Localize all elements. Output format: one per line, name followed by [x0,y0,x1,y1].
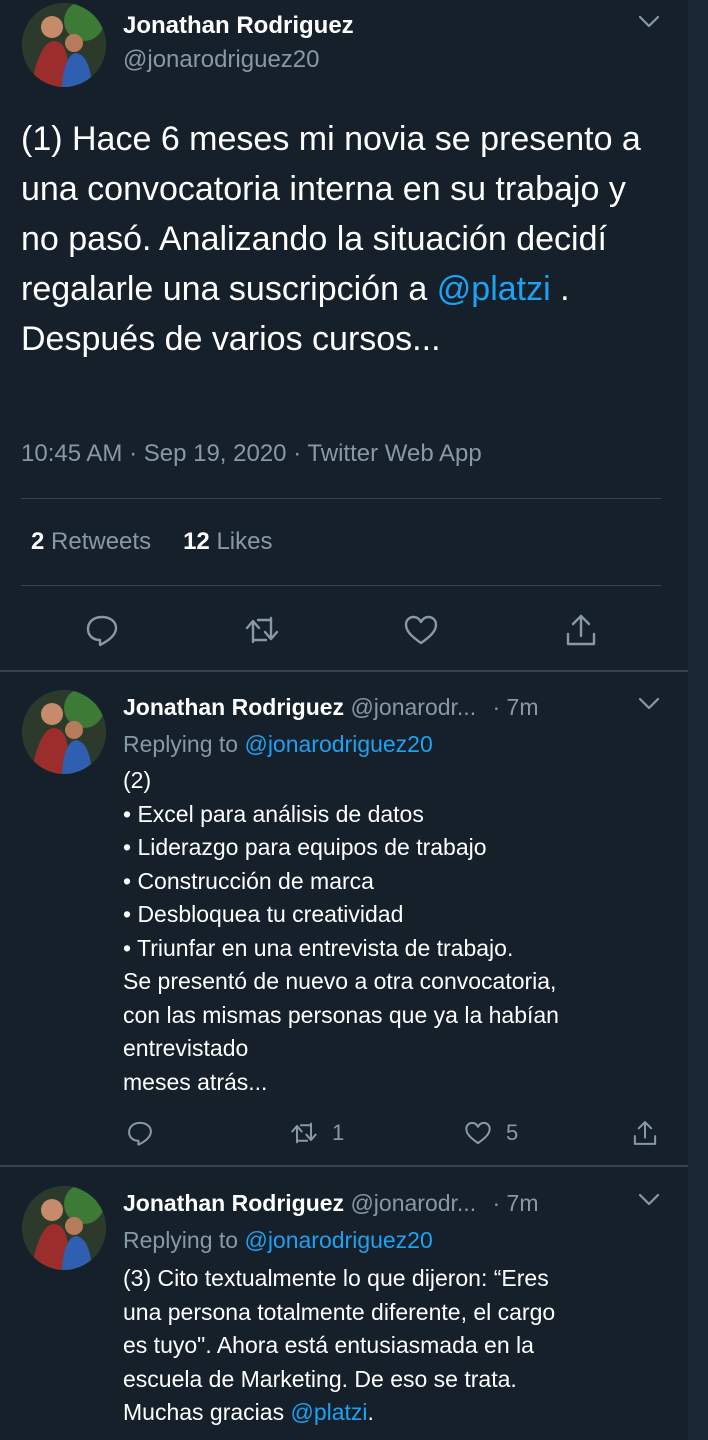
tweet-text: (1) Hace 6 meses mi novia se presento a … [21,114,671,364]
avatar[interactable] [22,690,106,774]
chevron-down-icon[interactable] [638,1193,660,1207]
retweet-button[interactable]: 1 [290,1118,344,1148]
retweet-icon[interactable] [244,612,280,648]
reply-line: • Triunfar en una entrevista de trabajo. [123,934,514,961]
author-name[interactable]: Jonathan Rodriguez [123,1190,344,1216]
likes-count: 12 [183,528,210,555]
reply-time[interactable]: · 7m [492,1190,538,1216]
thread-divider [0,1165,688,1167]
reply-line: Muchas gracias @platzi. [123,1396,653,1430]
thread-divider [0,670,688,672]
retweet-icon [290,1119,318,1147]
reply-text: (3) Cito textualmente lo que dijeron: “E… [123,1262,653,1430]
replying-prefix: Replying to [123,731,239,757]
like-icon [464,1119,492,1147]
reply-header: Jonathan Rodriguez @jonarodr... · 7m [123,694,538,721]
retweets-stat[interactable]: 2 Retweets [31,528,151,555]
reply-time[interactable]: · 7m [492,694,538,720]
share-button[interactable] [631,1118,659,1148]
reply-line-prefix: Muchas gracias [123,1399,291,1425]
share-icon[interactable] [563,612,599,648]
reply-line-suffix: . [367,1399,374,1425]
reply-line: • Desbloquea tu creatividad [123,901,404,927]
reply-icon[interactable] [84,612,120,648]
reply-line: • Construcción de marca [123,867,374,894]
avatar[interactable] [22,1186,106,1270]
tweet-stats: 2 Retweets 12 Likes [31,528,272,556]
share-icon [631,1119,659,1147]
replying-to: Replying to @jonarodriguez20 [123,731,433,758]
replying-handle[interactable]: @jonarodriguez20 [244,1227,432,1253]
reply-line: una persona totalmente diferente, el car… [123,1298,556,1325]
avatar[interactable] [22,3,106,87]
reply-button[interactable] [126,1118,154,1148]
mention-link[interactable]: @platzi [290,1399,367,1425]
reply-line: con las mismas personas que ya la habían [123,1001,559,1028]
likes-stat[interactable]: 12 Likes [183,528,272,555]
reply-line: escuela de Marketing. De eso se trata. [123,1365,517,1392]
like-icon[interactable] [403,612,439,648]
replying-prefix: Replying to [123,1227,239,1253]
tweet-timestamp[interactable]: 10:45 AM · Sep 19, 2020 · Twitter Web Ap… [21,440,482,468]
author-name[interactable]: Jonathan Rodriguez [123,12,354,40]
like-button[interactable]: 5 [464,1118,518,1148]
reply-line: es tuyo". Ahora está entusiasmada en la [123,1332,534,1358]
retweets-count: 2 [31,528,45,555]
reply-icon [126,1119,154,1147]
reply-line: • Liderazgo para equipos de trabajo [123,834,487,860]
author-handle[interactable]: @jonarodr... [350,694,476,720]
reply-line: (3) Cito textualmente lo que dijeron: “E… [123,1265,549,1291]
reply-header: Jonathan Rodriguez @jonarodr... · 7m [123,1190,538,1217]
replying-to: Replying to @jonarodriguez20 [123,1227,433,1254]
chevron-down-icon[interactable] [638,15,660,29]
retweet-count: 1 [332,1120,345,1145]
reply-line: • Excel para análisis de datos [123,800,424,827]
reply-text: (2) • Excel para análisis de datos • Lid… [123,764,653,1099]
replying-handle[interactable]: @jonarodriguez20 [244,731,432,757]
reply-line: entrevistado [123,1035,249,1061]
author-name[interactable]: Jonathan Rodriguez [123,694,344,720]
like-count: 5 [506,1120,519,1145]
reply-line: meses atrás... [123,1068,268,1095]
author-handle[interactable]: @jonarodr... [350,1190,476,1216]
likes-label: Likes [216,528,273,555]
reply-line: Se presentó de nuevo a otra convocatoria… [123,968,557,994]
chevron-down-icon[interactable] [638,697,660,711]
author-handle[interactable]: @jonarodriguez20 [123,46,320,74]
tweet-thread-screen: Jonathan Rodriguez @jonarodriguez20 (1) … [0,0,708,1440]
divider [21,498,661,499]
scroll-gutter [688,0,708,1440]
reply-line: (2) [123,767,152,793]
divider [21,585,661,586]
mention-link[interactable]: @platzi [437,270,551,308]
retweets-label: Retweets [51,528,152,555]
